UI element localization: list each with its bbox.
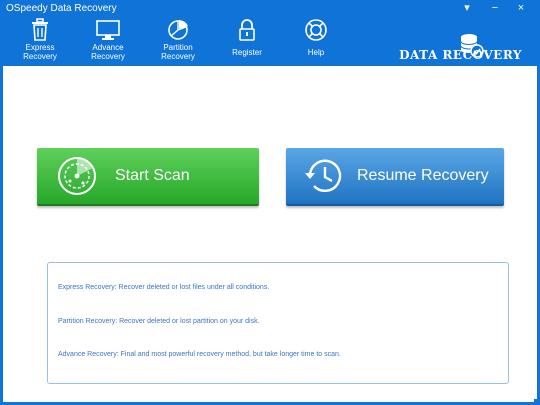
minimize-button[interactable]: − <box>486 1 504 15</box>
resize-grip[interactable] <box>534 399 540 405</box>
info-advance-recovery: Advance Recovery: Final and most powerfu… <box>58 351 341 358</box>
lock-icon <box>239 19 255 41</box>
brand-logo-text: DATA RECOVERY <box>399 48 522 62</box>
resume-recovery-label: Resume Recovery <box>357 167 489 184</box>
lifebuoy-icon <box>305 19 327 41</box>
start-scan-label: Start Scan <box>115 167 190 184</box>
start-scan-button[interactable]: Start Scan <box>37 148 259 206</box>
toolbar-label: Express Recovery <box>23 43 57 61</box>
monitor-icon <box>96 20 120 40</box>
close-button[interactable]: × <box>512 1 530 15</box>
pie-chart-icon <box>168 20 188 40</box>
toolbar-label: Advance Recovery <box>91 43 125 61</box>
toolbar: Express Recovery Advance Recovery Partit… <box>0 18 540 66</box>
toolbar-partition-recovery[interactable]: Partition Recovery <box>148 18 208 66</box>
history-clock-icon <box>305 159 342 192</box>
info-partition-recovery: Partition Recovery: Recover deleted or l… <box>58 318 260 325</box>
title-bar: OSpeedy Data Recovery ▾ − × <box>0 0 540 18</box>
window-title: OSpeedy Data Recovery <box>6 3 117 14</box>
info-express-recovery: Express Recovery: Recover deleted or los… <box>58 284 270 291</box>
menu-dropdown-button[interactable]: ▾ <box>458 1 476 15</box>
toolbar-express-recovery[interactable]: Express Recovery <box>10 18 70 66</box>
trash-icon <box>32 18 48 41</box>
resume-recovery-button[interactable]: Resume Recovery <box>286 148 504 206</box>
toolbar-label: Partition Recovery <box>161 43 195 61</box>
recovery-info-box: Express Recovery: Recover deleted or los… <box>47 262 509 384</box>
toolbar-register[interactable]: Register <box>217 18 277 66</box>
toolbar-advance-recovery[interactable]: Advance Recovery <box>78 18 138 66</box>
toolbar-label: Register <box>232 48 262 57</box>
toolbar-help[interactable]: Help <box>286 18 346 66</box>
radar-icon <box>58 157 96 195</box>
main-panel: Start Scan Resume Recovery Express Recov… <box>3 66 537 402</box>
app-window: OSpeedy Data Recovery ▾ − × Express Reco… <box>0 0 540 405</box>
toolbar-label: Help <box>307 48 325 57</box>
